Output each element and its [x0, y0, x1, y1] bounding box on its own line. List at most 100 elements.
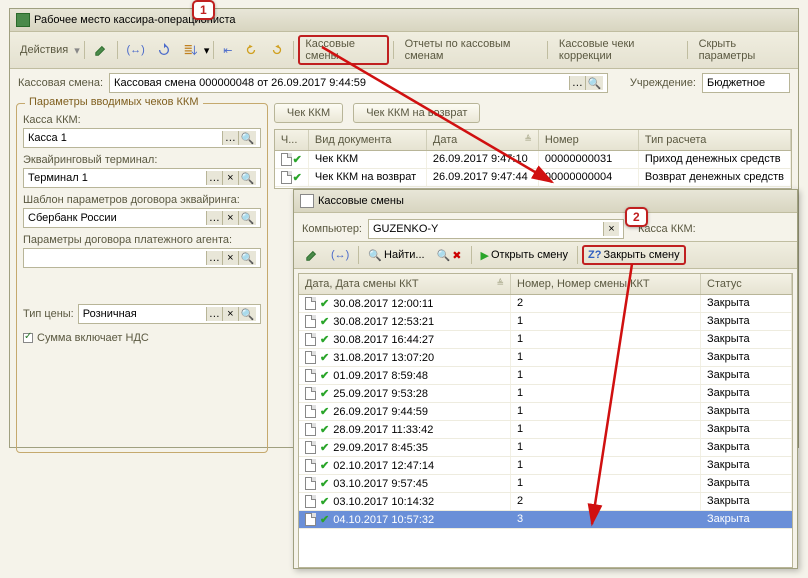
shifts-grid: Дата, Дата смены ККТ≜ Номер, Номер смены… — [298, 273, 793, 568]
doc-icon — [305, 513, 316, 526]
table-row[interactable]: ✔ 31.08.2017 13:07:201Закрыта — [299, 349, 792, 367]
table-row[interactable]: ✔ 29.09.2017 8:45:351Закрыта — [299, 439, 792, 457]
table-row[interactable]: ✔ 02.10.2017 12:47:141Закрыта — [299, 457, 792, 475]
table-row[interactable]: ✔ 01.09.2017 8:59:481Закрыта — [299, 367, 792, 385]
doc-icon — [281, 153, 292, 166]
clear-icon[interactable]: × — [603, 222, 619, 236]
docs-grid-header: Ч... Вид документа Дата≜ Номер Тип расче… — [275, 130, 791, 151]
chek-kkm-button[interactable]: Чек ККМ — [274, 103, 343, 123]
chek-vozvrat-button[interactable]: Чек ККМ на возврат — [353, 103, 480, 123]
clear-icon[interactable]: × — [222, 211, 238, 225]
open-shift-button[interactable]: ▶ Открыть смену — [476, 246, 573, 265]
doc-icon — [305, 459, 316, 472]
kassa-input[interactable]: Касса 1 …🔍 — [23, 128, 261, 148]
actions-menu[interactable]: Действия — [16, 42, 72, 58]
table-row[interactable]: ✔Чек ККМ на возврат26.09.2017 9:47:44000… — [275, 169, 791, 187]
doc-icon — [305, 387, 316, 400]
col-status[interactable]: Статус — [701, 274, 792, 294]
kassa-label: Касса ККМ: — [23, 114, 261, 126]
doc-icon — [305, 405, 316, 418]
templ-input[interactable]: Сбербанк России …×🔍 — [23, 208, 261, 228]
shift-input[interactable]: Кассовая смена 000000048 от 26.09.2017 9… — [109, 73, 608, 93]
dots-icon[interactable]: … — [222, 131, 238, 145]
find-button[interactable]: 🔍 Найти... — [363, 246, 429, 265]
shift-row: Кассовая смена: Кассовая смена 000000048… — [10, 69, 798, 97]
search-icon[interactable]: 🔍 — [238, 307, 256, 321]
table-row[interactable]: ✔ 26.09.2017 9:44:591Закрыта — [299, 403, 792, 421]
check-icon: ✔ — [320, 333, 329, 346]
col-check[interactable]: Ч... — [275, 130, 309, 150]
col-date[interactable]: Дата≜ — [427, 130, 539, 150]
link-otchety[interactable]: Отчеты по кассовым сменам — [398, 35, 543, 65]
search-icon[interactable]: 🔍 — [238, 171, 256, 185]
search-icon[interactable]: 🔍 — [585, 76, 603, 90]
check-icon: ✔ — [320, 387, 329, 400]
col-type[interactable]: Вид документа — [309, 130, 427, 150]
nav-prev-icon[interactable]: (↔) — [122, 41, 150, 59]
search-icon[interactable]: 🔍 — [238, 251, 256, 265]
check-icon: ✔ — [320, 459, 329, 472]
link-korrekcii[interactable]: Кассовые чеки коррекции — [552, 35, 683, 65]
comp-label: Компьютер: — [302, 223, 362, 235]
dots-icon[interactable]: … — [206, 251, 222, 265]
nds-checkbox[interactable] — [23, 333, 33, 343]
doc-icon — [300, 194, 314, 208]
col-date[interactable]: Дата, Дата смены ККТ≜ — [299, 274, 511, 294]
nav-icon[interactable]: (↔) — [326, 246, 354, 264]
undo-icon[interactable] — [239, 40, 263, 60]
doc-icon — [305, 441, 316, 454]
dots-icon[interactable]: … — [569, 76, 585, 90]
doc-icon — [305, 495, 316, 508]
search-icon[interactable]: 🔍 — [238, 211, 256, 225]
doc-icon — [281, 171, 292, 184]
table-row[interactable]: ✔ 30.08.2017 12:00:112Закрыта — [299, 295, 792, 313]
clear-find-icon[interactable]: 🔍✖ — [432, 246, 467, 265]
dots-icon[interactable]: … — [206, 307, 222, 321]
term-label: Эквайринговый терминал: — [23, 154, 261, 166]
clear-icon[interactable]: × — [222, 251, 238, 265]
table-row[interactable]: ✔ 03.10.2017 9:57:451Закрыта — [299, 475, 792, 493]
sort-icon[interactable] — [178, 40, 202, 60]
table-row[interactable]: ✔Чек ККМ26.09.2017 9:47:1000000000031При… — [275, 151, 791, 169]
table-row[interactable]: ✔ 04.10.2017 10:57:323Закрыта — [299, 511, 792, 529]
search-icon[interactable]: 🔍 — [238, 131, 256, 145]
templ-label: Шаблон параметров договора эквайринга: — [23, 194, 261, 206]
table-row[interactable]: ✔ 03.10.2017 10:14:322Закрыта — [299, 493, 792, 511]
clear-icon[interactable]: × — [222, 307, 238, 321]
edit-icon[interactable] — [89, 40, 113, 60]
edit-icon[interactable] — [300, 245, 324, 265]
price-input[interactable]: Розничная …×🔍 — [78, 304, 261, 324]
redo-icon[interactable] — [265, 40, 289, 60]
clear-icon[interactable]: × — [222, 171, 238, 185]
dots-icon[interactable]: … — [206, 171, 222, 185]
sub-titlebar: Кассовые смены — [294, 190, 797, 213]
doc-icon — [305, 315, 316, 328]
col-num[interactable]: Номер — [539, 130, 639, 150]
check-icon: ✔ — [320, 495, 329, 508]
check-icon: ✔ — [320, 315, 329, 328]
agent-input[interactable]: …×🔍 — [23, 248, 261, 268]
badge-2: 2 — [625, 207, 648, 227]
refresh-icon[interactable] — [152, 40, 176, 60]
app-icon — [16, 13, 30, 27]
table-row[interactable]: ✔ 30.08.2017 16:44:271Закрыта — [299, 331, 792, 349]
org-input[interactable]: Бюджетное — [702, 73, 790, 93]
link-skryt[interactable]: Скрыть параметры — [692, 35, 792, 65]
col-num[interactable]: Номер, Номер смены ККТ — [511, 274, 701, 294]
sort-asc-icon: ≜ — [496, 278, 504, 290]
docs-grid: Ч... Вид документа Дата≜ Номер Тип расче… — [274, 129, 792, 189]
sub-title: Кассовые смены — [318, 195, 404, 207]
comp-input[interactable]: GUZENKO-Y × — [368, 219, 624, 239]
link-kassovye-smeny[interactable]: Кассовые смены — [298, 35, 388, 65]
price-label: Тип цены: — [23, 308, 74, 320]
close-shift-button[interactable]: Z? Закрыть смену — [582, 245, 686, 265]
table-row[interactable]: ✔ 28.09.2017 11:33:421Закрыта — [299, 421, 792, 439]
params-group: Параметры вводимых чеков ККМ Касса ККМ: … — [16, 103, 268, 453]
check-icon: ✔ — [320, 513, 329, 526]
dots-icon[interactable]: … — [206, 211, 222, 225]
table-row[interactable]: ✔ 25.09.2017 9:53:281Закрыта — [299, 385, 792, 403]
nav-first-icon[interactable]: ⇤ — [218, 41, 237, 60]
term-input[interactable]: Терминал 1 …×🔍 — [23, 168, 261, 188]
col-calc[interactable]: Тип расчета — [639, 130, 791, 150]
table-row[interactable]: ✔ 30.08.2017 12:53:211Закрыта — [299, 313, 792, 331]
